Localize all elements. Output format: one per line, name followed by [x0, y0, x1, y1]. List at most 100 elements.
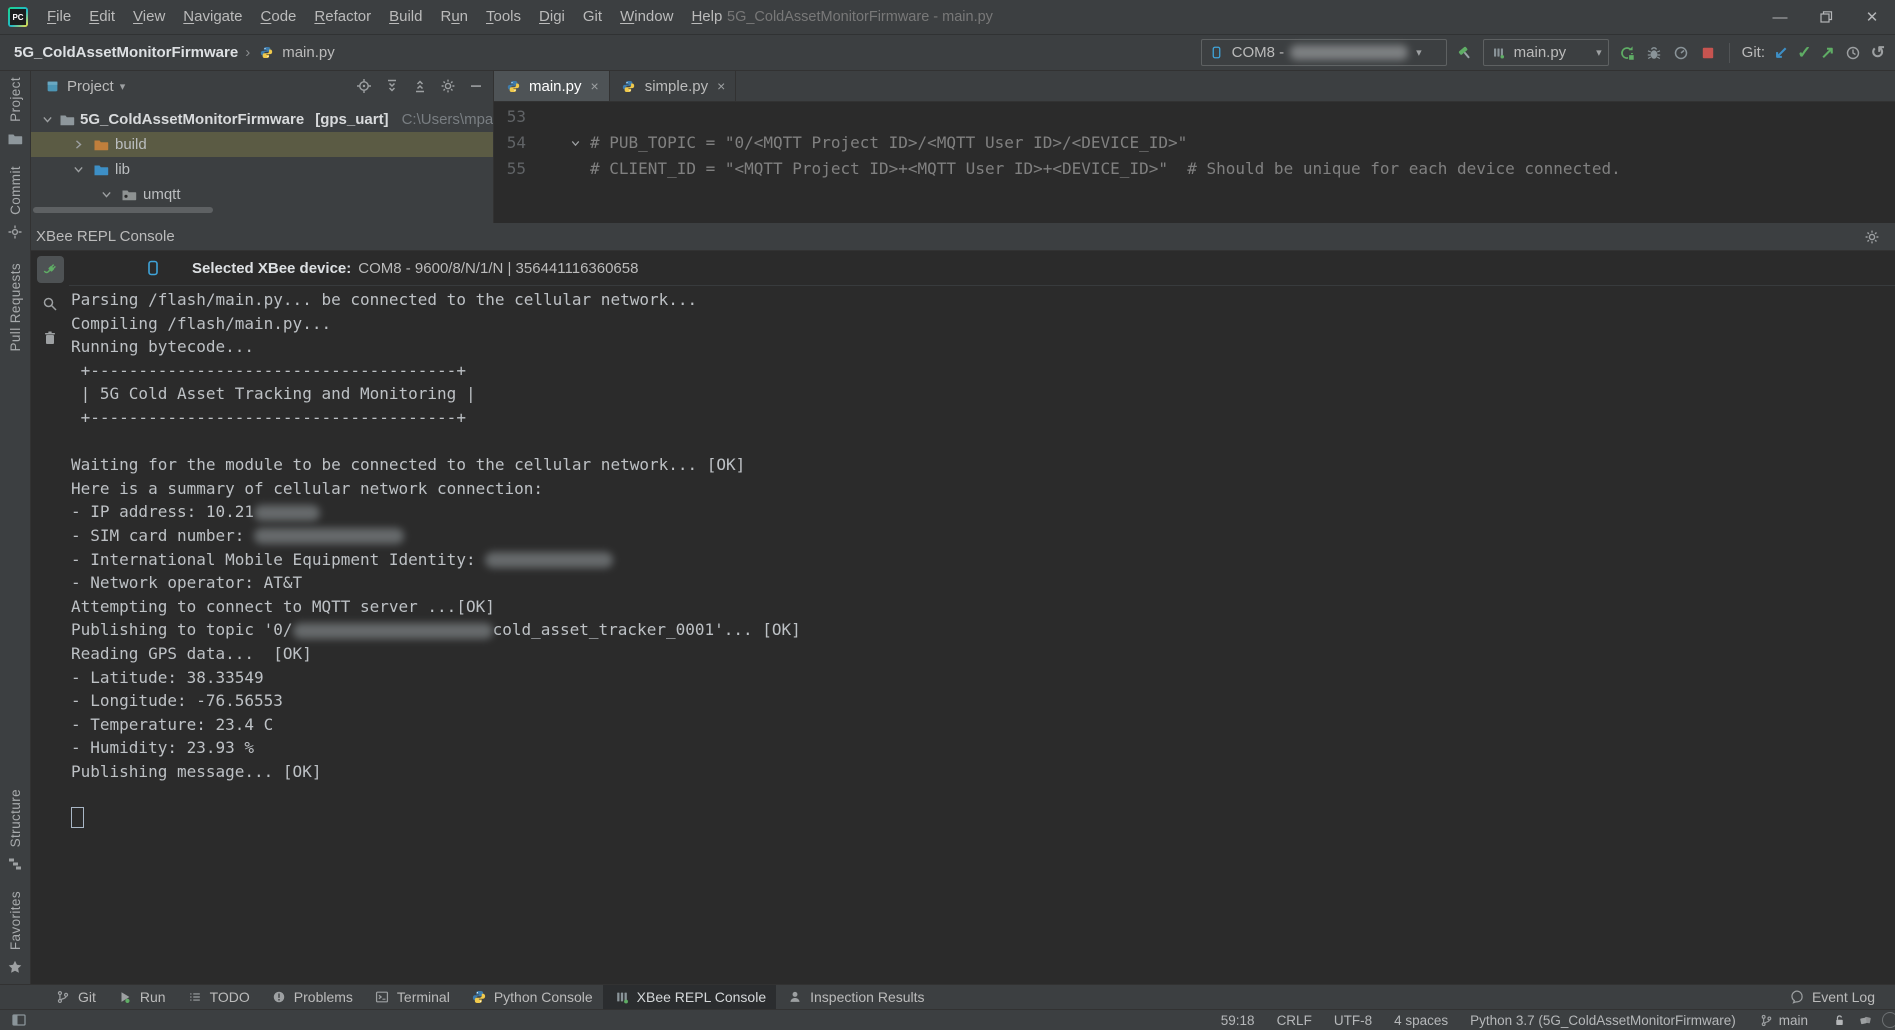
file-encoding[interactable]: UTF-8 [1334, 1013, 1372, 1028]
toolwindow-button-todo[interactable]: TODO [176, 985, 260, 1009]
console-settings-gear-icon[interactable] [1863, 228, 1881, 246]
toolwindow-switcher-icon[interactable] [10, 1011, 28, 1029]
star-icon[interactable] [6, 958, 24, 976]
menu-refactor[interactable]: Refactor [305, 0, 380, 34]
search-icon [41, 295, 59, 313]
event-log-button[interactable]: Event Log [1778, 988, 1885, 1006]
sidebar-item-pull-requests[interactable]: Pull Requests [8, 263, 23, 352]
menu-build[interactable]: Build [380, 0, 431, 34]
notifications-icon[interactable] [1856, 1011, 1874, 1029]
rollback-icon[interactable]: ↺ [1871, 44, 1885, 61]
restore-button[interactable] [1803, 0, 1849, 34]
menu-digi[interactable]: Digi [530, 0, 574, 34]
tree-item-lib[interactable]: lib [31, 157, 493, 182]
sidebar-item-commit[interactable]: Commit [8, 166, 23, 215]
tree-item-label: lib [115, 161, 130, 178]
menu-view[interactable]: View [124, 0, 174, 34]
tab-main.py[interactable]: main.py× [494, 71, 610, 101]
xbee-repl-console-panel: XBee REPL Console Selected XBee device: … [31, 223, 1895, 984]
toolwindow-button-label: XBee REPL Console [637, 989, 766, 1005]
toolwindow-button-run[interactable]: Run [106, 985, 176, 1009]
indent-setting[interactable]: 4 spaces [1394, 1013, 1448, 1028]
trash-icon [41, 329, 59, 347]
run-play-icon [116, 988, 134, 1006]
toolwindow-button-xbee-repl-console[interactable]: XBee REPL Console [603, 985, 776, 1009]
console-output[interactable]: Parsing /flash/main.py... be connected t… [69, 286, 1895, 984]
profiler-icon[interactable] [1672, 44, 1690, 62]
sidebar-item-structure[interactable]: Structure [8, 789, 23, 847]
menu-help[interactable]: Help [682, 0, 731, 34]
horizontal-scrollbar[interactable] [33, 207, 213, 213]
structure-icon[interactable] [6, 855, 24, 873]
breadcrumb-file[interactable]: main.py [282, 44, 335, 61]
chevron-down-icon[interactable] [69, 161, 87, 179]
locate-file-icon[interactable] [355, 77, 373, 95]
menu-navigate[interactable]: Navigate [174, 0, 251, 34]
clear-console-button[interactable] [37, 324, 64, 351]
tree-item-5G_ColdAssetMonitorFirmware[interactable]: 5G_ColdAssetMonitorFirmware[gps_uart]C:\… [31, 107, 493, 132]
collapse-all-icon[interactable] [411, 77, 429, 95]
toolwindow-button-git[interactable]: Git [44, 985, 106, 1009]
breadcrumb: 5G_ColdAssetMonitorFirmware › main.py [14, 44, 335, 62]
git-commit-icon[interactable]: ✓ [1797, 44, 1811, 61]
project-panel-title[interactable]: Project [67, 78, 114, 95]
editor-code[interactable]: # PUB_TOPIC = "0/<MQTT Project ID>/<MQTT… [590, 104, 1895, 223]
menu-tools[interactable]: Tools [477, 0, 530, 34]
tab-simple.py[interactable]: simple.py× [610, 71, 737, 101]
toolwindow-button-problems[interactable]: Problems [260, 985, 363, 1009]
console-line: - Temperature: 23.4 C [71, 713, 1895, 737]
close-icon[interactable]: × [591, 78, 599, 94]
console-line: Publishing message... [OK] [71, 760, 1895, 784]
tree-item-build[interactable]: build [31, 132, 493, 157]
folder-icon[interactable] [6, 130, 24, 148]
editor-body[interactable]: 535455 # PUB_TOPIC = "0/<MQTT Project ID… [494, 102, 1895, 223]
menu-file[interactable]: File [38, 0, 80, 34]
debug-icon[interactable] [1645, 44, 1663, 62]
console-line: | 5G Cold Asset Tracking and Monitoring … [71, 382, 1895, 406]
git-push-icon[interactable]: ↗ [1821, 44, 1835, 61]
gear-icon[interactable] [439, 77, 457, 95]
xbee-device-icon [1208, 44, 1226, 62]
build-hammer-icon[interactable] [1456, 44, 1474, 62]
connect-device-button[interactable] [37, 256, 64, 283]
history-clock-icon[interactable] [1844, 44, 1862, 62]
search-console-button[interactable] [37, 290, 64, 317]
run-config-value: main.py [1514, 44, 1567, 61]
toolwindow-button-python-console[interactable]: Python Console [460, 985, 603, 1009]
stop-icon[interactable] [1699, 44, 1717, 62]
git-update-icon[interactable]: ↙ [1774, 44, 1788, 61]
device-selector[interactable]: COM8 - ▾ [1201, 39, 1447, 66]
toolwindow-button-terminal[interactable]: Terminal [363, 985, 460, 1009]
line-separator[interactable]: CRLF [1277, 1013, 1312, 1028]
minimize-button[interactable]: — [1757, 0, 1803, 34]
xbee-bars-icon [613, 988, 631, 1006]
expand-all-icon[interactable] [383, 77, 401, 95]
breadcrumb-project[interactable]: 5G_ColdAssetMonitorFirmware [14, 44, 238, 61]
fold-arrow-icon[interactable] [566, 134, 584, 152]
menu-edit[interactable]: Edit [80, 0, 124, 34]
chevron-down-icon: ▾ [1416, 46, 1422, 59]
menu-window[interactable]: Window [611, 0, 682, 34]
commit-icon[interactable] [6, 223, 24, 241]
tool-window-bar: GitRunTODOProblemsTerminalPython Console… [0, 984, 1895, 1009]
menu-git[interactable]: Git [574, 0, 611, 34]
lock-open-icon[interactable] [1830, 1011, 1848, 1029]
menu-code[interactable]: Code [252, 0, 306, 34]
toolwindow-button-inspection-results[interactable]: Inspection Results [776, 985, 934, 1009]
sidebar-item-favorites[interactable]: Favorites [8, 891, 23, 950]
chevron-down-icon[interactable] [97, 186, 115, 204]
rerun-icon[interactable] [1618, 44, 1636, 62]
chevron-down-icon[interactable] [41, 111, 54, 129]
git-branch-widget[interactable]: main [1758, 1011, 1808, 1029]
sidebar-item-project[interactable]: Project [8, 77, 23, 122]
chevron-right-icon[interactable] [69, 136, 87, 154]
run-config-selector[interactable]: main.py ▾ [1483, 39, 1609, 66]
close-icon[interactable]: × [717, 78, 725, 94]
caret-position[interactable]: 59:18 [1221, 1013, 1255, 1028]
tree-item-umqtt[interactable]: umqtt [31, 182, 493, 207]
interpreter[interactable]: Python 3.7 (5G_ColdAssetMonitorFirmware) [1470, 1013, 1736, 1028]
console-header: XBee REPL Console [31, 223, 1895, 251]
menu-run[interactable]: Run [431, 0, 477, 34]
hide-panel-icon[interactable] [467, 77, 485, 95]
close-button[interactable]: ✕ [1849, 0, 1895, 34]
